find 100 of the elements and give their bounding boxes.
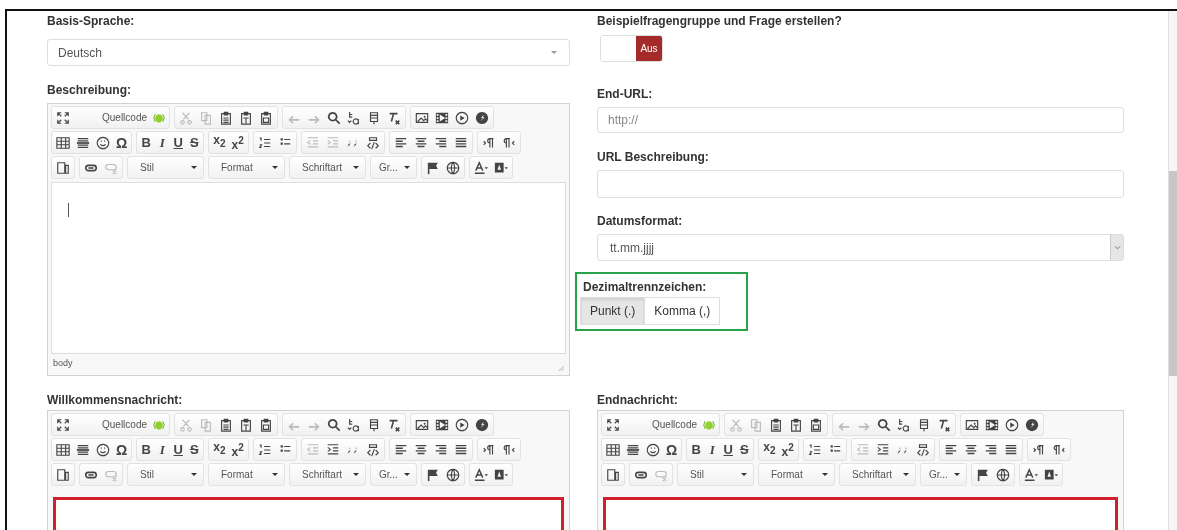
template-icon[interactable] — [56, 467, 70, 482]
image-icon[interactable] — [415, 110, 430, 125]
italic-button[interactable]: I — [157, 134, 168, 151]
smiley-icon[interactable] — [96, 442, 110, 457]
bold-button[interactable]: B — [141, 134, 152, 151]
flag-icon[interactable] — [426, 160, 440, 175]
scrollbar[interactable] — [1168, 11, 1177, 530]
dropdown-button[interactable]: Format — [759, 464, 834, 485]
indent-icon[interactable] — [875, 442, 890, 457]
highlight-color-icon[interactable] — [494, 467, 508, 482]
dropdown-button[interactable]: Gr... — [371, 464, 416, 485]
superscript-button[interactable]: x$^{2}$ — [231, 439, 244, 460]
align-center-icon[interactable] — [413, 442, 428, 457]
left-to-right-icon[interactable] — [481, 135, 496, 150]
search-icon[interactable] — [877, 417, 892, 432]
justify-icon[interactable] — [453, 442, 468, 457]
flash-icon[interactable] — [475, 417, 490, 432]
highlight-color-icon[interactable] — [494, 160, 508, 175]
option-button[interactable]: Punkt (.) — [580, 297, 646, 325]
language-select[interactable]: Deutsch — [47, 39, 570, 66]
expand-icon[interactable] — [56, 110, 70, 125]
clipboard-icon[interactable] — [239, 110, 254, 125]
horizontal-lines-icon[interactable] — [76, 135, 90, 150]
justify-icon[interactable] — [1003, 442, 1018, 457]
dropdown-button[interactable]: Stil — [678, 464, 753, 485]
replace-icon[interactable] — [347, 110, 362, 125]
clipboard-icon[interactable] — [259, 110, 274, 125]
url-input[interactable]: http:// — [597, 107, 1124, 133]
scrollbar-thumb[interactable] — [1169, 171, 1177, 376]
search-icon[interactable] — [327, 417, 342, 432]
clipboard-icon[interactable] — [219, 110, 234, 125]
subscript-button[interactable]: x$_{2}$ — [213, 439, 226, 460]
date-format-select[interactable]: tt.mm.jjjj — [597, 234, 1124, 261]
smiley-icon[interactable] — [96, 135, 110, 150]
align-left-icon[interactable] — [943, 442, 958, 457]
globe-icon[interactable] — [446, 467, 460, 482]
special-character-button[interactable]: Ω — [116, 441, 128, 458]
text-color-icon[interactable] — [474, 467, 488, 482]
source-button[interactable]: Quellcode — [76, 111, 166, 124]
special-character-button[interactable]: Ω — [666, 441, 678, 458]
flag-icon[interactable] — [976, 467, 990, 482]
option-button[interactable]: Komma (,) — [645, 297, 721, 325]
indent-icon[interactable] — [325, 442, 340, 457]
clear-format-icon[interactable] — [387, 417, 402, 432]
align-center-icon[interactable] — [413, 135, 428, 150]
clipboard-icon[interactable] — [219, 417, 234, 432]
template-icon[interactable] — [56, 160, 70, 175]
align-center-icon[interactable] — [963, 442, 978, 457]
film-icon[interactable] — [985, 417, 1000, 432]
dropdown-button[interactable]: Gr... — [371, 157, 416, 178]
italic-button[interactable]: I — [157, 441, 168, 458]
clipboard-icon[interactable] — [239, 417, 254, 432]
bold-button[interactable]: B — [141, 441, 152, 458]
dropdown-button[interactable]: Schriftart — [840, 464, 915, 485]
search-icon[interactable] — [327, 110, 342, 125]
play-icon[interactable] — [455, 417, 470, 432]
code-block-icon[interactable] — [365, 442, 380, 457]
subscript-button[interactable]: x$_{2}$ — [763, 439, 776, 460]
replace-icon[interactable] — [897, 417, 912, 432]
template-icon[interactable] — [606, 467, 620, 482]
align-right-icon[interactable] — [433, 442, 448, 457]
toggle-switch[interactable]: Aus — [636, 36, 662, 61]
align-right-icon[interactable] — [983, 442, 998, 457]
expand-icon[interactable] — [606, 417, 620, 432]
dropdown-button[interactable]: Stil — [128, 464, 203, 485]
italic-button[interactable]: I — [707, 441, 718, 458]
strikethrough-button[interactable]: S — [189, 441, 200, 458]
flag-icon[interactable] — [426, 467, 440, 482]
numbered-list-icon[interactable] — [257, 135, 272, 150]
clipboard-icon[interactable] — [259, 417, 274, 432]
globe-icon[interactable] — [996, 467, 1010, 482]
underline-button[interactable]: U — [173, 134, 184, 151]
highlight-color-icon[interactable] — [1044, 467, 1058, 482]
source-button[interactable]: Quellcode — [626, 418, 716, 431]
globe-icon[interactable] — [446, 160, 460, 175]
special-character-button[interactable]: Ω — [116, 134, 128, 151]
expand-icon[interactable] — [56, 417, 70, 432]
horizontal-lines-icon[interactable] — [626, 442, 640, 457]
superscript-button[interactable]: x$^{2}$ — [781, 439, 794, 460]
table-icon[interactable] — [56, 135, 70, 150]
clear-format-icon[interactable] — [387, 110, 402, 125]
clipboard-icon[interactable] — [769, 417, 784, 432]
flash-icon[interactable] — [1025, 417, 1040, 432]
align-right-icon[interactable] — [433, 135, 448, 150]
subscript-button[interactable]: x$_{2}$ — [213, 132, 226, 153]
superscript-button[interactable]: x$^{2}$ — [231, 132, 244, 153]
right-to-left-icon[interactable] — [501, 442, 516, 457]
image-icon[interactable] — [415, 417, 430, 432]
smiley-icon[interactable] — [646, 442, 660, 457]
resize-handle-icon[interactable] — [557, 363, 564, 371]
play-icon[interactable] — [455, 110, 470, 125]
url-description-input[interactable] — [597, 170, 1124, 198]
table-icon[interactable] — [606, 442, 620, 457]
code-block-icon[interactable] — [365, 135, 380, 150]
dropdown-button[interactable]: Schriftart — [290, 157, 365, 178]
dropdown-button[interactable]: Gr... — [921, 464, 966, 485]
play-icon[interactable] — [1005, 417, 1020, 432]
strikethrough-button[interactable]: S — [189, 134, 200, 151]
underline-button[interactable]: U — [173, 441, 184, 458]
film-icon[interactable] — [435, 110, 450, 125]
